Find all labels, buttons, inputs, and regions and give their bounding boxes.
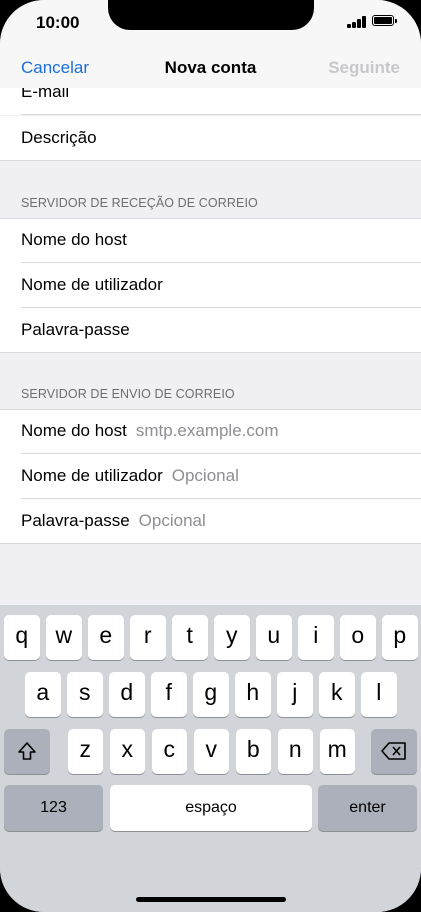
key-e[interactable]: e [88,615,124,660]
outgoing-username-field[interactable]: Nome de utilizador Opcional [0,454,421,499]
notch [108,0,314,30]
key-l[interactable]: l [361,672,397,717]
outgoing-username-placeholder[interactable]: Opcional [172,466,239,485]
key-x[interactable]: x [109,729,145,774]
status-bar: 10:00 [0,0,421,48]
key-f[interactable]: f [151,672,187,717]
enter-key[interactable]: enter [318,785,417,831]
signal-icon [347,16,367,28]
incoming-password-field[interactable]: Palavra-passe [0,308,421,353]
key-a[interactable]: a [25,672,61,717]
key-j[interactable]: j [277,672,313,717]
outgoing-password-label: Palavra-passe [21,511,130,530]
outgoing-server-header: SERVIDOR DE ENVIO DE CORREIO [21,387,235,401]
key-b[interactable]: b [235,729,271,774]
key-d[interactable]: d [109,672,145,717]
key-z[interactable]: z [67,729,103,774]
incoming-username-field[interactable]: Nome de utilizador [0,263,421,308]
outgoing-host-label: Nome do host [21,421,127,440]
home-indicator [136,897,286,902]
incoming-password-label: Palavra-passe [21,320,130,339]
backspace-key[interactable] [371,729,417,774]
battery-icon [372,15,397,26]
incoming-host-label: Nome do host [21,230,127,249]
key-o[interactable]: o [340,615,376,660]
outgoing-password-placeholder[interactable]: Opcional [139,511,206,530]
outgoing-username-label: Nome de utilizador [21,466,163,485]
key-q[interactable]: q [4,615,40,660]
shift-icon [18,742,36,760]
phone-screen: 10:00 Cancelar Nova conta Seguinte E-mai… [0,0,421,912]
outgoing-password-field[interactable]: Palavra-passe Opcional [0,499,421,544]
description-label: Descrição [21,128,97,147]
key-k[interactable]: k [319,672,355,717]
key-g[interactable]: g [193,672,229,717]
key-t[interactable]: t [172,615,208,660]
key-u[interactable]: u [256,615,292,660]
numbers-key[interactable]: 123 [4,785,103,831]
key-n[interactable]: n [277,729,313,774]
status-time: 10:00 [36,13,80,32]
incoming-host-field[interactable]: Nome do host [0,218,421,263]
backspace-icon [381,742,406,760]
key-i[interactable]: i [298,615,334,660]
key-h[interactable]: h [235,672,271,717]
key-w[interactable]: w [46,615,82,660]
keyboard: 123 espaço enter qwertyuiop asdfghjkl zxcv… [0,605,421,912]
key-p[interactable]: p [382,615,418,660]
email-field[interactable]: E-mail [0,88,421,115]
incoming-username-label: Nome de utilizador [21,275,163,294]
key-v[interactable]: v [193,729,229,774]
key-m[interactable]: m [319,729,355,774]
key-y[interactable]: y [214,615,250,660]
key-r[interactable]: r [130,615,166,660]
navigation-bar: Cancelar Nova conta Seguinte [0,48,421,88]
incoming-server-header: SERVIDOR DE RECEÇÃO DE CORREIO [21,196,258,210]
form-scroll-area[interactable]: E-mail Descrição SERVIDOR DE RECEÇÃO DE … [0,88,421,605]
key-s[interactable]: s [67,672,103,717]
space-key[interactable]: espaço [110,785,312,831]
next-button[interactable]: Seguinte [328,58,400,78]
shift-key[interactable] [4,729,50,774]
description-field[interactable]: Descrição [0,116,421,161]
outgoing-host-value[interactable]: smtp.example.com [136,421,279,440]
outgoing-host-field[interactable]: Nome do host smtp.example.com [0,409,421,454]
email-label: E-mail [21,88,70,101]
key-c[interactable]: c [151,729,187,774]
